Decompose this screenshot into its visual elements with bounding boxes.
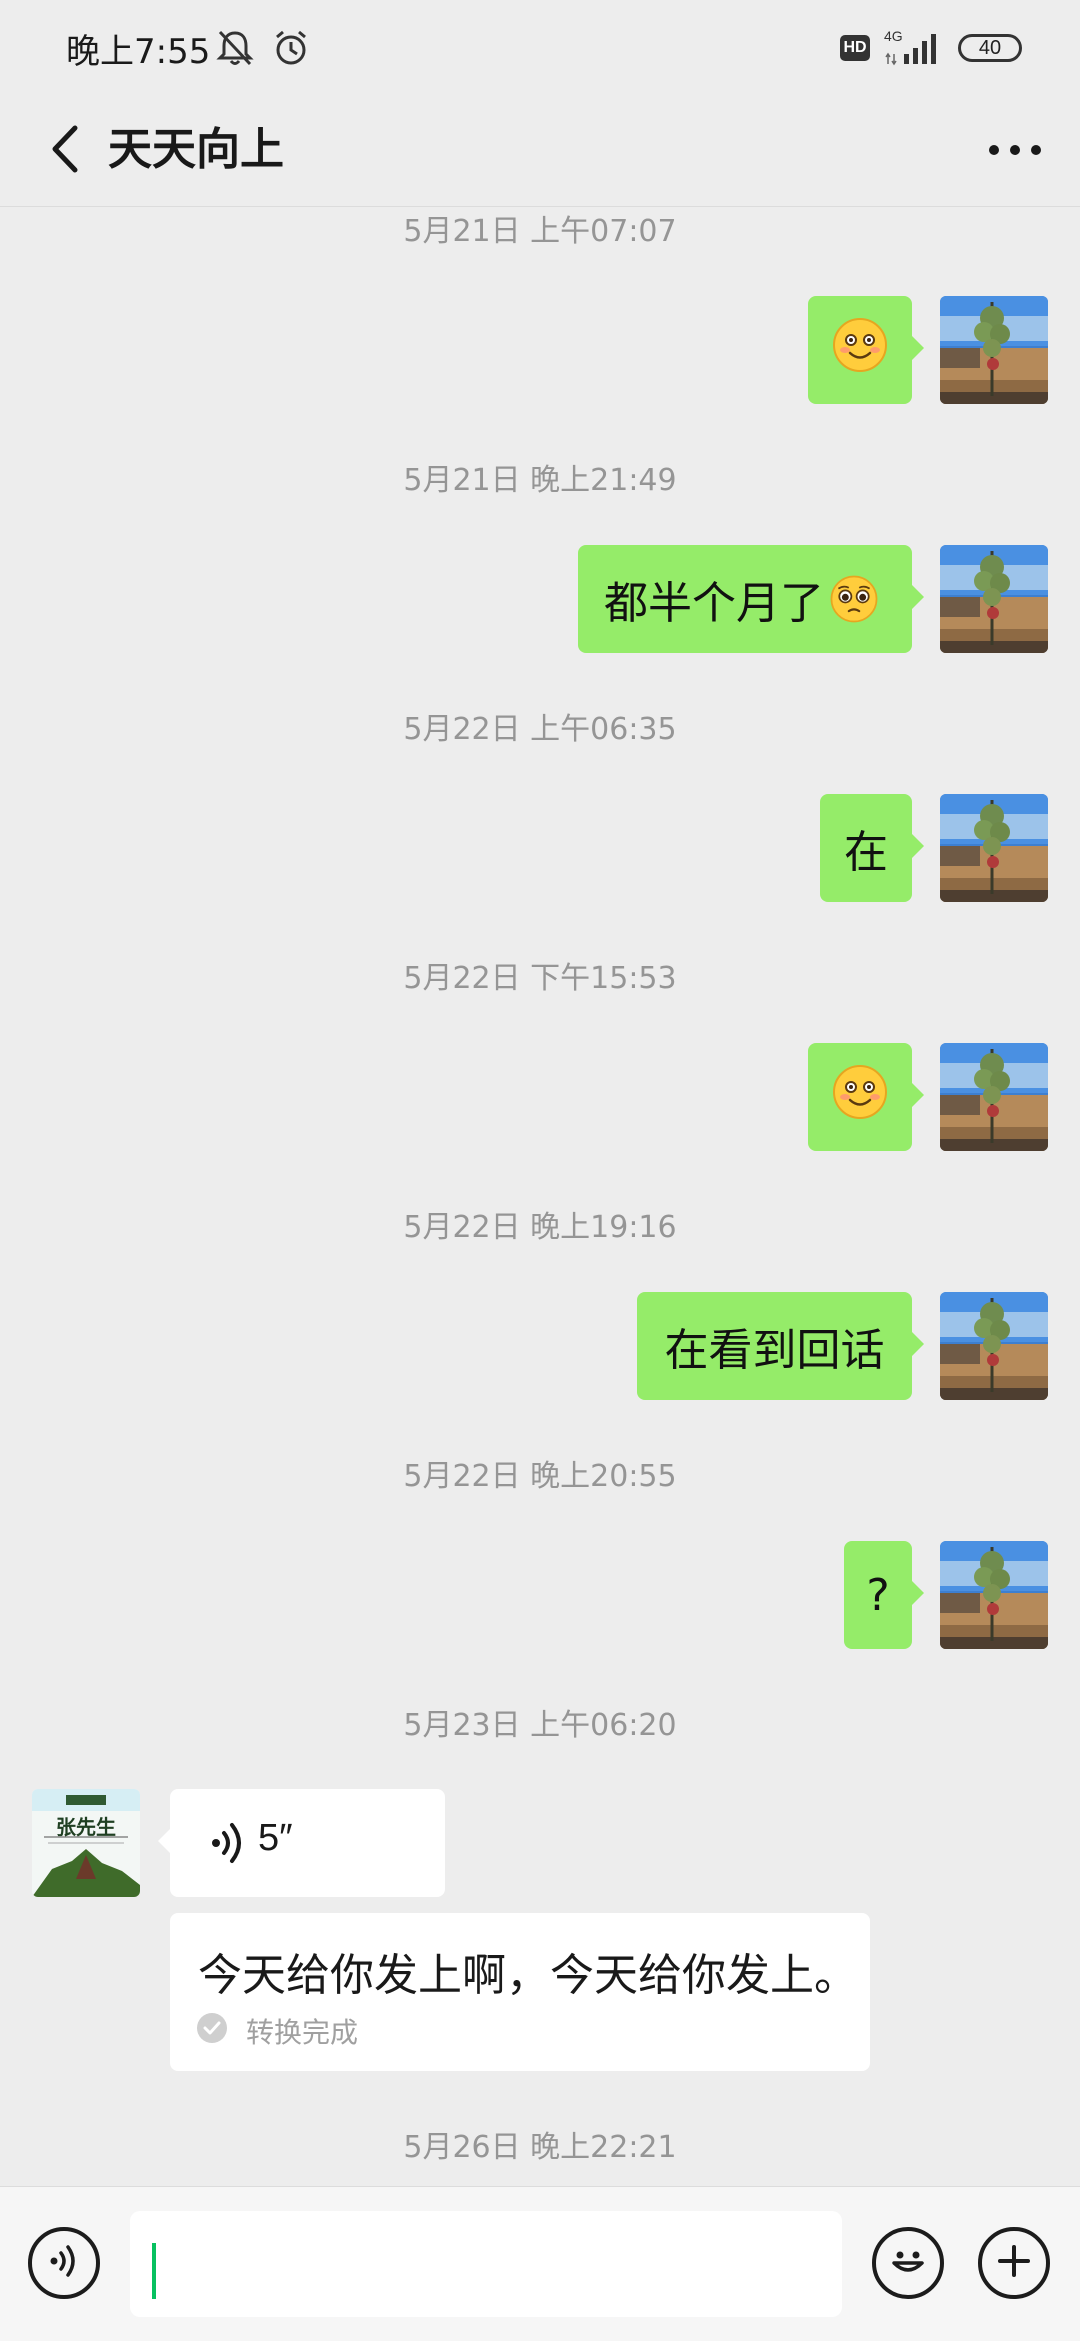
- status-time: 晚上7:55: [66, 32, 211, 72]
- message-timestamp: 5月22日 下午15:53: [403, 961, 677, 996]
- smile-emoji-icon: [830, 1062, 890, 1133]
- voice-duration: 5″: [258, 1817, 293, 1859]
- my-avatar[interactable]: [940, 794, 1048, 902]
- transcript-status: 转换完成: [246, 2016, 359, 2049]
- transcript-text: 今天给你发上啊，今天给你发上。: [198, 1950, 858, 2001]
- message-timestamp: 5月22日 晚上20:55: [403, 1459, 677, 1494]
- sent-message-bubble[interactable]: 都半个月了: [578, 545, 924, 653]
- message-timestamp: 5月21日 晚上21:49: [403, 463, 677, 498]
- message-text: ?: [866, 1569, 890, 1621]
- voice-wave-icon: [210, 1821, 250, 1869]
- message-input[interactable]: [130, 2211, 842, 2317]
- text-caret: [152, 2243, 156, 2299]
- voice-message-bubble[interactable]: 5″: [158, 1789, 445, 1897]
- message-timestamp: 5月22日 晚上19:16: [403, 1210, 677, 1245]
- pleading-emoji-icon: [828, 573, 880, 625]
- message-timestamp: 5月21日 上午07:07: [403, 214, 677, 249]
- voice-transcript-bubble[interactable]: 今天给你发上啊，今天给你发上。 转换完成: [170, 1913, 870, 2071]
- more-dots-icon: [987, 142, 1043, 161]
- contact-avatar[interactable]: 张先生: [32, 1789, 140, 1897]
- my-avatar[interactable]: [940, 1292, 1048, 1400]
- battery-indicator: 40: [958, 34, 1022, 62]
- voice-mode-icon: [44, 2241, 84, 2285]
- my-avatar[interactable]: [940, 296, 1048, 404]
- more-options-button[interactable]: [980, 116, 1050, 186]
- emoji-icon: [884, 2237, 932, 2289]
- my-avatar[interactable]: [940, 545, 1048, 653]
- sent-message-bubble[interactable]: 在看到回话: [637, 1292, 924, 1400]
- contact-avatar-text: 张先生: [56, 1815, 116, 1839]
- chat-title: 天天向上: [108, 124, 284, 175]
- more-functions-button[interactable]: [978, 2227, 1050, 2299]
- sent-message-bubble[interactable]: 在: [820, 794, 924, 902]
- alarm-clock-icon: [272, 28, 310, 72]
- message-timestamp: 5月26日 晚上22:21: [403, 2130, 677, 2165]
- my-avatar[interactable]: [940, 1043, 1048, 1151]
- my-avatar[interactable]: [940, 1541, 1048, 1649]
- chevron-left-icon: [47, 124, 83, 178]
- message-text: 在: [844, 827, 888, 878]
- message-text: 在看到回话: [664, 1325, 885, 1376]
- smile-emoji-icon: [830, 315, 890, 386]
- chat-header: 天天向上: [0, 96, 1080, 207]
- check-circle-icon: [196, 2012, 228, 2048]
- hd-voice-badge: HD: [840, 35, 870, 61]
- mute-bell-icon: [216, 28, 254, 72]
- voice-mode-button[interactable]: [28, 2227, 100, 2299]
- status-bar: 晚上7:55 HD 4G 40: [0, 0, 1080, 96]
- back-button[interactable]: [30, 116, 100, 186]
- sent-message-bubble[interactable]: ?: [844, 1541, 924, 1649]
- plus-icon: [994, 2241, 1034, 2285]
- emoji-button[interactable]: [872, 2227, 944, 2299]
- chat-input-bar: [0, 2186, 1080, 2341]
- message-text: 都半个月了: [604, 578, 824, 629]
- sent-message-bubble[interactable]: [808, 296, 924, 404]
- message-timestamp: 5月23日 上午06:20: [403, 1708, 677, 1743]
- sent-message-bubble[interactable]: [808, 1043, 924, 1151]
- message-timestamp: 5月22日 上午06:35: [403, 712, 677, 747]
- signal-strength-icon: 4G: [884, 28, 944, 68]
